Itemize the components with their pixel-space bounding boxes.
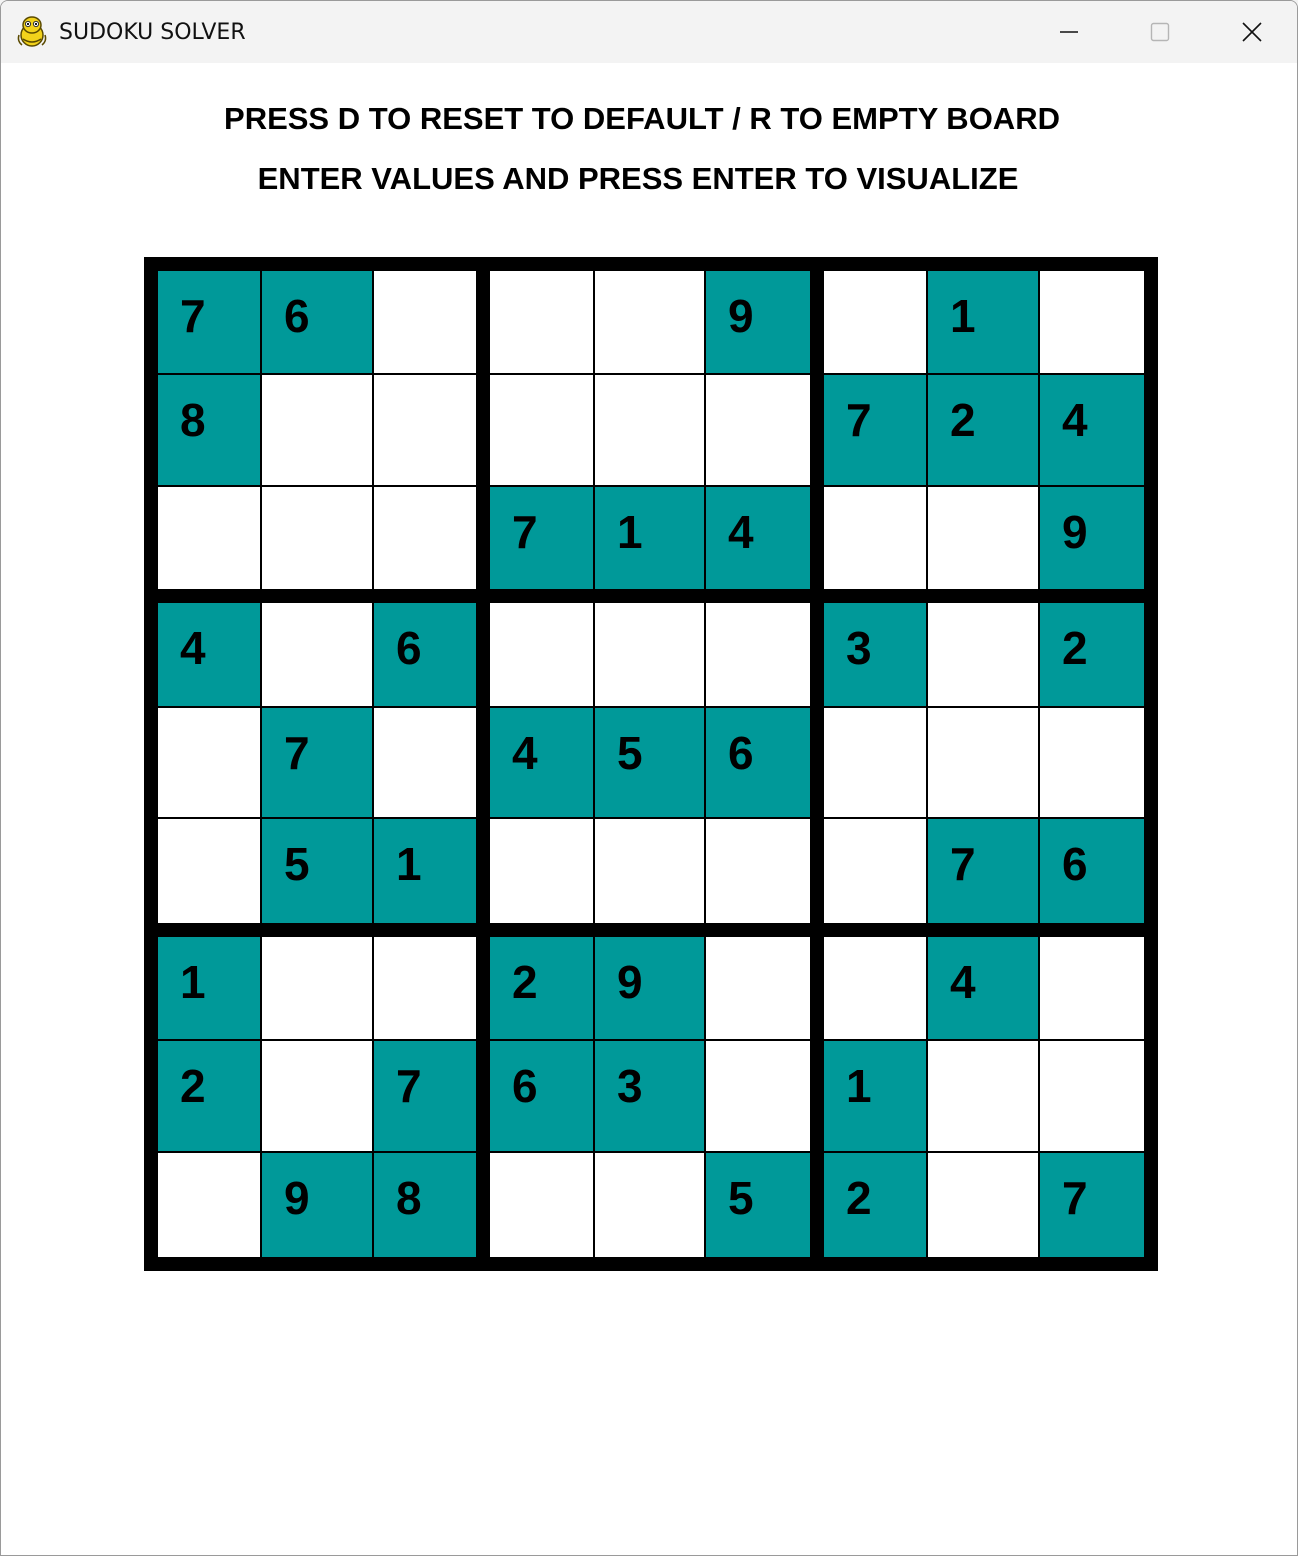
sudoku-cell-r6-c1[interactable] <box>158 819 260 923</box>
sudoku-cell-r6-c3[interactable]: 1 <box>374 819 476 923</box>
sudoku-cell-r3-c5[interactable]: 1 <box>595 487 704 589</box>
minimize-button[interactable] <box>1023 1 1115 63</box>
sudoku-cell-r7-c6[interactable] <box>706 937 810 1039</box>
snake-python-icon <box>17 16 47 47</box>
sudoku-cell-r2-c6[interactable] <box>706 375 810 485</box>
sudoku-cell-r1-c6[interactable]: 9 <box>706 271 810 373</box>
sudoku-cell-r1-c7[interactable] <box>824 271 926 373</box>
sudoku-cell-r9-c3[interactable]: 8 <box>374 1153 476 1257</box>
sudoku-cell-r9-c6[interactable]: 5 <box>706 1153 810 1257</box>
sudoku-cell-r4-c1[interactable]: 4 <box>158 603 260 706</box>
sudoku-cell-r2-c9[interactable]: 4 <box>1040 375 1144 485</box>
sudoku-cell-r7-c7[interactable] <box>824 937 926 1039</box>
maximize-icon <box>1150 22 1170 42</box>
sudoku-cell-r8-c4[interactable]: 6 <box>490 1041 593 1151</box>
window-title: SUDOKU SOLVER <box>59 20 246 45</box>
sudoku-cell-r2-c1[interactable]: 8 <box>158 375 260 485</box>
sudoku-cell-r5-c6[interactable]: 6 <box>706 708 810 817</box>
sudoku-cell-r7-c4[interactable]: 2 <box>490 937 593 1039</box>
sudoku-cell-r5-c9[interactable] <box>1040 708 1144 817</box>
sudoku-cell-r4-c3[interactable]: 6 <box>374 603 476 706</box>
sudoku-cell-r2-c4[interactable] <box>490 375 593 485</box>
sudoku-cell-r6-c8[interactable]: 7 <box>928 819 1038 923</box>
sudoku-cell-r8-c2[interactable] <box>262 1041 372 1151</box>
sudoku-cell-r3-c7[interactable] <box>824 487 926 589</box>
sudoku-cell-r3-c9[interactable]: 9 <box>1040 487 1144 589</box>
game-canvas[interactable]: PRESS D TO RESET TO DEFAULT / R TO EMPTY… <box>1 63 1297 1555</box>
sudoku-cell-r5-c2[interactable]: 7 <box>262 708 372 817</box>
sudoku-cell-r9-c7[interactable]: 2 <box>824 1153 926 1257</box>
sudoku-cell-r6-c4[interactable] <box>490 819 593 923</box>
sudoku-cell-r4-c5[interactable] <box>595 603 704 706</box>
sudoku-cell-r3-c3[interactable] <box>374 487 476 589</box>
sudoku-cell-r6-c5[interactable] <box>595 819 704 923</box>
sudoku-cell-r1-c9[interactable] <box>1040 271 1144 373</box>
sudoku-cell-r8-c7[interactable]: 1 <box>824 1041 926 1151</box>
sudoku-cell-r8-c6[interactable] <box>706 1041 810 1151</box>
sudoku-cell-r6-c9[interactable]: 6 <box>1040 819 1144 923</box>
sudoku-cell-r8-c8[interactable] <box>928 1041 1038 1151</box>
sudoku-cell-r7-c1[interactable]: 1 <box>158 937 260 1039</box>
sudoku-cell-r4-c4[interactable] <box>490 603 593 706</box>
sudoku-cell-r3-c6[interactable]: 4 <box>706 487 810 589</box>
sudoku-cell-r4-c8[interactable] <box>928 603 1038 706</box>
sudoku-cell-r3-c4[interactable]: 7 <box>490 487 593 589</box>
sudoku-cell-r3-c8[interactable] <box>928 487 1038 589</box>
sudoku-cell-r3-c1[interactable] <box>158 487 260 589</box>
sudoku-board[interactable]: 76918724714946327456517612942763198527 <box>144 257 1158 1271</box>
sudoku-cell-r8-c5[interactable]: 3 <box>595 1041 704 1151</box>
sudoku-cell-r9-c2[interactable]: 9 <box>262 1153 372 1257</box>
title-bar[interactable]: SUDOKU SOLVER <box>1 1 1297 63</box>
sudoku-cell-r9-c5[interactable] <box>595 1153 704 1257</box>
sudoku-cell-r1-c8[interactable]: 1 <box>928 271 1038 373</box>
sudoku-cell-r4-c9[interactable]: 2 <box>1040 603 1144 706</box>
sudoku-cell-r1-c3[interactable] <box>374 271 476 373</box>
sudoku-cell-r5-c5[interactable]: 5 <box>595 708 704 817</box>
sudoku-cell-r2-c8[interactable]: 2 <box>928 375 1038 485</box>
sudoku-cell-r3-c2[interactable] <box>262 487 372 589</box>
sudoku-cell-r9-c4[interactable] <box>490 1153 593 1257</box>
sudoku-cell-r5-c3[interactable] <box>374 708 476 817</box>
sudoku-cell-r9-c1[interactable] <box>158 1153 260 1257</box>
sudoku-cell-r1-c4[interactable] <box>490 271 593 373</box>
sudoku-cell-r6-c2[interactable]: 5 <box>262 819 372 923</box>
sudoku-cell-r8-c3[interactable]: 7 <box>374 1041 476 1151</box>
instruction-visualize: ENTER VALUES AND PRESS ENTER TO VISUALIZ… <box>257 161 1019 196</box>
sudoku-cell-r1-c2[interactable]: 6 <box>262 271 372 373</box>
sudoku-cell-r1-c5[interactable] <box>595 271 704 373</box>
sudoku-cell-r9-c8[interactable] <box>928 1153 1038 1257</box>
close-button[interactable] <box>1206 1 1297 63</box>
sudoku-cell-r7-c2[interactable] <box>262 937 372 1039</box>
sudoku-cell-r8-c9[interactable] <box>1040 1041 1144 1151</box>
sudoku-cell-r7-c3[interactable] <box>374 937 476 1039</box>
app-window: SUDOKU SOLVER PRESS D TO RESET TO DEFAUL… <box>0 0 1298 1556</box>
sudoku-cell-r1-c1[interactable]: 7 <box>158 271 260 373</box>
sudoku-cell-r5-c1[interactable] <box>158 708 260 817</box>
sudoku-cell-r5-c7[interactable] <box>824 708 926 817</box>
sudoku-cell-r7-c9[interactable] <box>1040 937 1144 1039</box>
sudoku-cell-r9-c9[interactable]: 7 <box>1040 1153 1144 1257</box>
sudoku-cell-r2-c7[interactable]: 7 <box>824 375 926 485</box>
sudoku-cell-r4-c2[interactable] <box>262 603 372 706</box>
maximize-button[interactable] <box>1114 1 1206 63</box>
instruction-reset: PRESS D TO RESET TO DEFAULT / R TO EMPTY… <box>224 101 1060 136</box>
sudoku-cell-r8-c1[interactable]: 2 <box>158 1041 260 1151</box>
sudoku-cell-r7-c8[interactable]: 4 <box>928 937 1038 1039</box>
sudoku-cell-r5-c8[interactable] <box>928 708 1038 817</box>
sudoku-cell-r5-c4[interactable]: 4 <box>490 708 593 817</box>
sudoku-cell-r2-c2[interactable] <box>262 375 372 485</box>
sudoku-cell-r6-c6[interactable] <box>706 819 810 923</box>
sudoku-cell-r4-c6[interactable] <box>706 603 810 706</box>
sudoku-cell-r2-c5[interactable] <box>595 375 704 485</box>
minimize-icon <box>1060 31 1078 33</box>
sudoku-cell-r7-c5[interactable]: 9 <box>595 937 704 1039</box>
sudoku-cell-r4-c7[interactable]: 3 <box>824 603 926 706</box>
sudoku-cell-r2-c3[interactable] <box>374 375 476 485</box>
close-icon <box>1242 22 1262 42</box>
sudoku-cell-r6-c7[interactable] <box>824 819 926 923</box>
